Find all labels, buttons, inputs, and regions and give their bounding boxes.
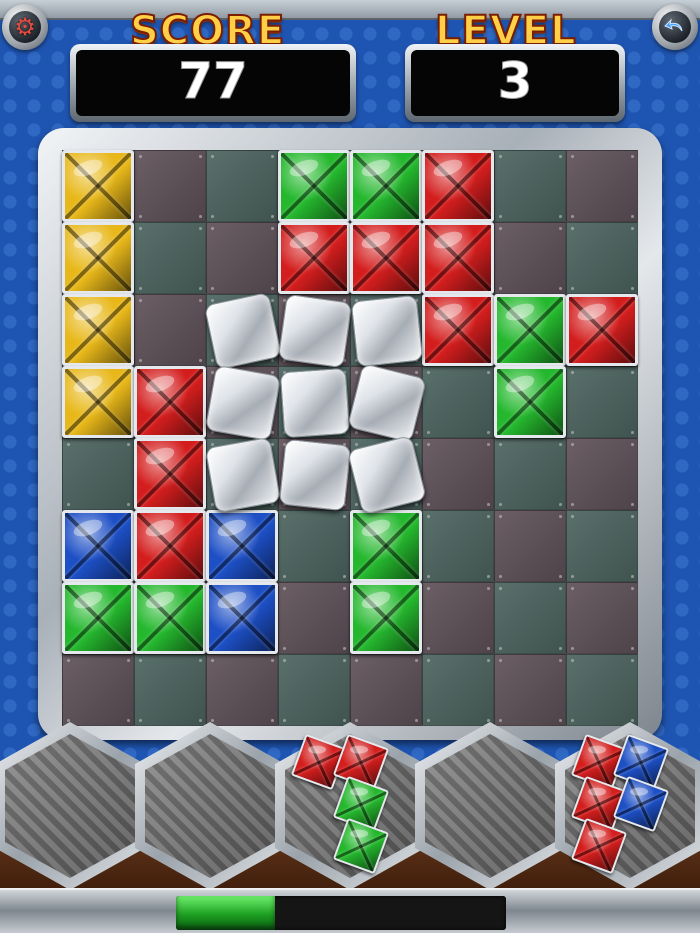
ice-block bbox=[204, 364, 282, 442]
board-cell[interactable] bbox=[494, 582, 566, 654]
board-cell[interactable] bbox=[134, 150, 206, 222]
score-display: 77 bbox=[70, 44, 356, 122]
green-gem bbox=[494, 294, 566, 366]
board-cell[interactable] bbox=[278, 582, 350, 654]
board-cell[interactable] bbox=[422, 582, 494, 654]
board-cell[interactable] bbox=[206, 654, 278, 726]
board-cell[interactable] bbox=[278, 654, 350, 726]
board-cell[interactable] bbox=[422, 366, 494, 438]
board-cell[interactable] bbox=[494, 654, 566, 726]
ice-block bbox=[204, 436, 282, 514]
ice-block bbox=[203, 291, 283, 371]
board-cell[interactable] bbox=[566, 366, 638, 438]
blue-gem bbox=[206, 510, 278, 582]
ice-block bbox=[278, 438, 352, 512]
gem-shine bbox=[308, 745, 327, 754]
yellow-gem bbox=[62, 222, 134, 294]
green-gem bbox=[350, 510, 422, 582]
yellow-gem bbox=[62, 150, 134, 222]
board-cell[interactable] bbox=[134, 222, 206, 294]
board-cell[interactable] bbox=[566, 438, 638, 510]
board-cell[interactable] bbox=[566, 222, 638, 294]
red-gem bbox=[566, 294, 638, 366]
gem-shine bbox=[630, 745, 649, 754]
blue-gem bbox=[62, 510, 134, 582]
level-value: 3 bbox=[497, 52, 533, 111]
diamond-plate bbox=[145, 734, 275, 878]
blue-gem bbox=[206, 582, 278, 654]
score-value: 77 bbox=[178, 52, 249, 111]
gem-shine bbox=[588, 829, 607, 838]
board-cell[interactable] bbox=[134, 294, 206, 366]
green-gem bbox=[350, 582, 422, 654]
red-gem bbox=[422, 150, 494, 222]
board-cell[interactable] bbox=[494, 150, 566, 222]
board-cell[interactable] bbox=[422, 654, 494, 726]
red-gem bbox=[134, 510, 206, 582]
diamond-plate bbox=[5, 734, 135, 878]
red-gem bbox=[134, 438, 206, 510]
game-board[interactable] bbox=[62, 150, 638, 726]
ice-block bbox=[277, 293, 353, 369]
board-cell[interactable] bbox=[278, 510, 350, 582]
top-rail bbox=[0, 0, 700, 20]
level-progress-bar bbox=[176, 896, 506, 930]
gem-shine bbox=[350, 787, 369, 796]
board-cell[interactable] bbox=[62, 654, 134, 726]
gear-icon: ⚙ bbox=[14, 13, 36, 41]
yellow-gem bbox=[62, 294, 134, 366]
board-cell[interactable] bbox=[566, 510, 638, 582]
back-button[interactable] bbox=[652, 4, 698, 50]
level-progress-fill bbox=[176, 896, 275, 930]
board-cell[interactable] bbox=[206, 222, 278, 294]
red-gem bbox=[278, 222, 350, 294]
gem-shine bbox=[350, 745, 369, 754]
ice-block bbox=[279, 367, 351, 439]
gem-shine bbox=[630, 787, 649, 796]
green-gem bbox=[350, 150, 422, 222]
settings-button[interactable]: ⚙ bbox=[2, 4, 48, 50]
level-screen: 3 bbox=[411, 50, 619, 116]
game-screen: ⚙ SCORE LEVEL 77 3 bbox=[0, 0, 700, 933]
board-cell[interactable] bbox=[566, 654, 638, 726]
board-cell[interactable] bbox=[422, 510, 494, 582]
gem-shine bbox=[588, 787, 607, 796]
red-gem bbox=[422, 222, 494, 294]
undo-arrow-icon bbox=[664, 16, 686, 38]
yellow-gem bbox=[62, 366, 134, 438]
board-cell[interactable] bbox=[494, 438, 566, 510]
red-gem bbox=[350, 222, 422, 294]
diamond-plate bbox=[425, 734, 555, 878]
board-cell[interactable] bbox=[350, 654, 422, 726]
board-cell[interactable] bbox=[206, 150, 278, 222]
board-cell[interactable] bbox=[422, 438, 494, 510]
green-gem bbox=[62, 582, 134, 654]
red-gem bbox=[134, 366, 206, 438]
board-cell[interactable] bbox=[494, 222, 566, 294]
gem-shine bbox=[350, 829, 369, 838]
board-cell[interactable] bbox=[566, 582, 638, 654]
red-gem bbox=[422, 294, 494, 366]
board-cell[interactable] bbox=[566, 150, 638, 222]
settings-button-face: ⚙ bbox=[9, 11, 41, 43]
green-gem bbox=[134, 582, 206, 654]
ice-block bbox=[350, 294, 424, 368]
back-button-face bbox=[659, 11, 691, 43]
score-screen: 77 bbox=[76, 50, 350, 116]
gem-shine bbox=[588, 745, 607, 754]
level-display: 3 bbox=[405, 44, 625, 122]
board-cell[interactable] bbox=[62, 438, 134, 510]
green-gem bbox=[278, 150, 350, 222]
board-cell[interactable] bbox=[134, 654, 206, 726]
board-cell[interactable] bbox=[494, 510, 566, 582]
green-gem bbox=[494, 366, 566, 438]
